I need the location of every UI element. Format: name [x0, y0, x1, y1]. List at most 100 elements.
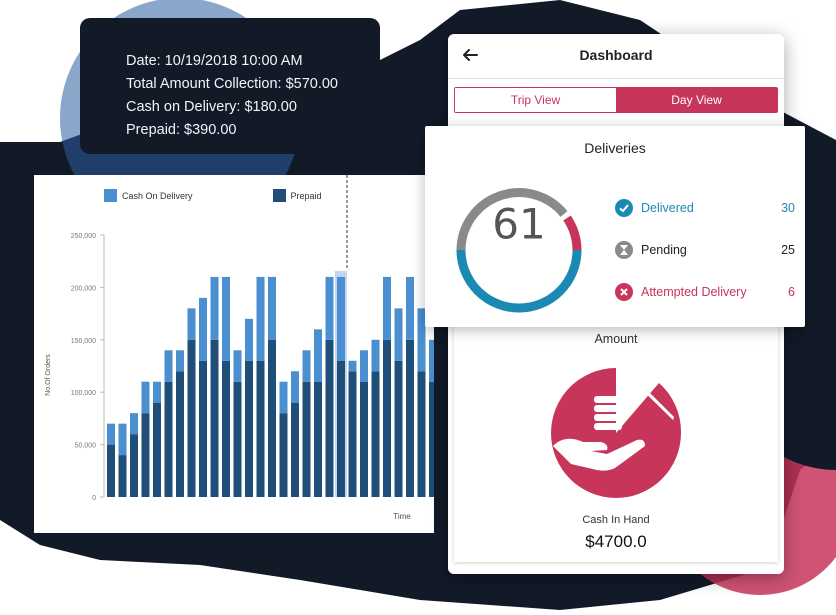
bar-cod	[348, 360, 357, 372]
chart-tooltip: Date: 10/19/2018 10:00 AM Total Amount C…	[80, 18, 380, 154]
bar-prepaid	[302, 381, 311, 497]
legend-swatch-prepaid	[272, 189, 286, 202]
bar-cod	[256, 276, 265, 361]
bar-cod	[130, 413, 138, 435]
bar-prepaid	[325, 339, 334, 497]
bar-prepaid	[107, 444, 115, 497]
cash-in-hand-icon	[551, 368, 682, 498]
bar-cod	[118, 423, 127, 456]
legend-label-cod: Cash On Delivery	[122, 190, 193, 201]
bar-cod	[199, 297, 207, 361]
app-header: Dashboard	[448, 34, 784, 79]
bar-cod	[233, 350, 242, 382]
cash-in-hand-label: Cash In Hand	[582, 514, 650, 526]
bar-prepaid	[371, 371, 380, 497]
tab-day-view[interactable]: Day View	[616, 88, 777, 112]
bar-prepaid	[417, 371, 426, 497]
tab-trip-view[interactable]: Trip View	[455, 88, 616, 112]
amount-panel: Amount Cash In Hand $4700.0	[454, 324, 778, 562]
orders-chart-card: Cash On Delivery Prepaid 0 50,000 100,000 1…	[34, 175, 434, 533]
amount-title: Amount	[594, 332, 638, 346]
bar-cod	[291, 371, 299, 403]
orders-bar-chart: 0 50,000 100,000 150,000 200,000 250,000 No.Of…	[45, 175, 434, 521]
legend-swatch-cod	[104, 189, 117, 202]
bar-prepaid	[118, 455, 127, 497]
legend-label-prepaid: Prepaid	[290, 190, 322, 201]
tooltip-prepaid: Prepaid: $390.00	[126, 122, 237, 138]
bar-cod	[222, 276, 230, 361]
bar-prepaid	[268, 339, 276, 497]
bar-prepaid	[153, 402, 161, 497]
bar-prepaid	[394, 360, 403, 497]
bar-cod	[383, 276, 391, 340]
y-tick-label: 0	[92, 495, 96, 502]
y-tick-label: 150,000	[71, 338, 96, 345]
bar-prepaid	[164, 381, 173, 497]
status-delivered[interactable]: Delivered 30	[615, 197, 795, 219]
bar-prepaid	[256, 360, 265, 497]
bar-cod	[268, 276, 276, 340]
bar-cod	[245, 318, 253, 361]
bar-prepaid	[233, 381, 242, 497]
bar-prepaid	[210, 339, 219, 497]
bar-cod	[360, 350, 368, 382]
bar-cod	[429, 339, 434, 382]
bar-prepaid	[314, 381, 322, 497]
bar-cod	[337, 276, 345, 361]
bar-cod	[314, 329, 322, 382]
bar-prepaid	[429, 381, 434, 497]
bar-prepaid	[130, 434, 138, 497]
bar-cod	[406, 276, 414, 340]
bar-prepaid	[141, 413, 150, 497]
bar-prepaid	[360, 381, 368, 497]
check-circle-icon	[615, 199, 633, 217]
bar-cod	[153, 381, 161, 403]
bar-cod	[302, 350, 311, 382]
bar-cod	[325, 276, 334, 340]
view-toggle: Trip View Day View	[454, 87, 778, 113]
bar-cod	[164, 350, 173, 382]
status-attempted[interactable]: Attempted Delivery 6	[615, 281, 795, 303]
bar-prepaid	[187, 339, 196, 497]
attempted-count: 6	[788, 285, 795, 299]
x-circle-icon	[615, 283, 633, 301]
bar-cod	[107, 423, 115, 445]
tooltip-cod: Cash on Delivery: $180.00	[126, 99, 297, 115]
bar-cod	[279, 381, 288, 414]
bar-prepaid	[199, 360, 207, 497]
cash-in-hand-value: $4700.0	[585, 532, 647, 551]
bar-cod	[394, 308, 403, 361]
bar-prepaid	[383, 339, 391, 497]
legend-item-cod[interactable]: Cash On Delivery	[104, 189, 193, 202]
deliveries-title: Deliveries	[584, 140, 646, 156]
bar-prepaid	[279, 413, 288, 497]
bar-cod	[187, 308, 196, 340]
bar-prepaid	[245, 360, 253, 497]
bar-prepaid	[337, 360, 345, 497]
legend-item-prepaid[interactable]: Prepaid	[272, 189, 322, 202]
bar-prepaid	[348, 371, 357, 497]
bar-prepaid	[176, 371, 184, 497]
x-axis-label: Time	[393, 512, 411, 521]
delivered-label: Delivered	[641, 201, 694, 215]
deliveries-card: Deliveries 61 Delivered 30 Pending 25 At…	[425, 126, 805, 327]
bar-cod	[141, 381, 150, 414]
status-pending[interactable]: Pending 25	[615, 239, 795, 261]
page-title: Dashboard	[579, 47, 653, 63]
pending-label: Pending	[641, 243, 687, 257]
y-tick-label: 50,000	[75, 443, 97, 450]
delivered-count: 30	[781, 201, 795, 215]
tooltip-total: Total Amount Collection: $570.00	[126, 76, 338, 92]
bar-cod	[176, 350, 184, 372]
attempted-label: Attempted Delivery	[641, 285, 747, 299]
bar-prepaid	[406, 339, 414, 497]
hourglass-icon	[615, 241, 633, 259]
bar-prepaid	[222, 360, 230, 497]
chart-legend: Cash On Delivery Prepaid	[104, 189, 322, 202]
deliveries-total: 61	[492, 199, 546, 249]
y-tick-label: 100,000	[71, 390, 96, 397]
bar-cod	[210, 276, 219, 340]
tooltip-date: Date: 10/19/2018 10:00 AM	[126, 53, 303, 69]
bar-prepaid	[291, 402, 299, 497]
y-axis-label: No.Of Orders	[45, 354, 52, 396]
